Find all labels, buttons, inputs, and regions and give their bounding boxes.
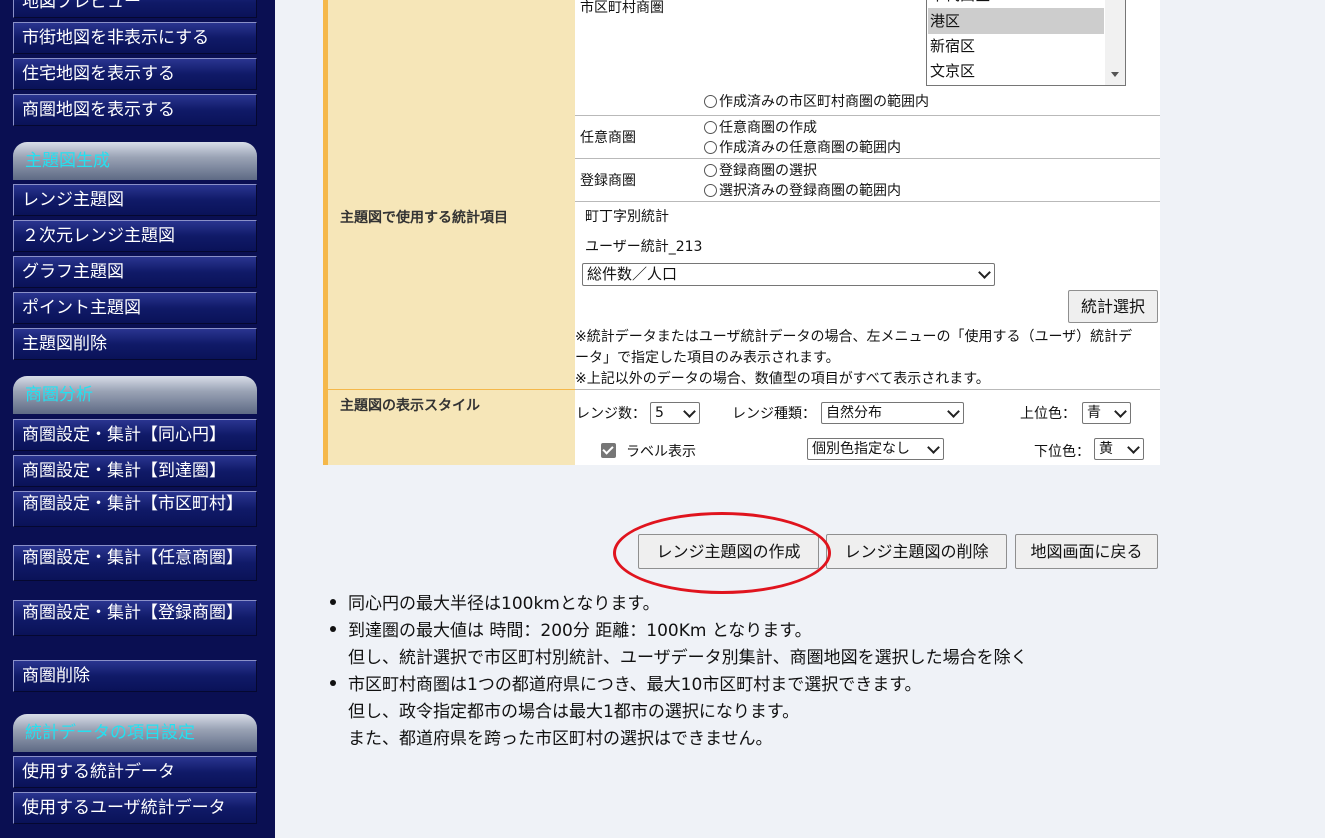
sidebar-item-graph-map[interactable]: グラフ主題図 — [13, 256, 257, 288]
sidebar-item-show-area-map[interactable]: 商圏地図を表示する — [13, 94, 257, 126]
radio-icon[interactable] — [704, 184, 717, 197]
municipality-listbox[interactable]: 千代田区 港区 新宿区 文京区 — [926, 0, 1126, 86]
sidebar-item-range-map[interactable]: レンジ主題図 — [13, 184, 257, 216]
note-cross-prefecture: また、都道府県を跨った市区町村の選択はできません。 — [348, 729, 773, 749]
sidebar-section-stats-settings: 統計データの項目設定 — [13, 714, 257, 752]
color-option-select[interactable]: 個別色指定なし — [807, 438, 944, 460]
radio-label: 登録商圏の選択 — [719, 163, 817, 179]
lower-color-select[interactable]: 黄 — [1094, 438, 1144, 460]
sidebar-item-delete-theme-map[interactable]: 主題図削除 — [13, 328, 257, 360]
stats-source-2: ユーザー統計_213 — [585, 239, 703, 255]
chevron-down-icon — [683, 405, 696, 418]
chevron-down-icon — [927, 441, 940, 454]
radio-icon[interactable] — [704, 164, 717, 177]
list-item[interactable]: 港区 — [928, 8, 1104, 34]
stats-note-1a: ※統計データまたはユーザ統計データの場合、左メニューの「使用する（ユーザ）統計デ — [575, 329, 1133, 345]
divider — [575, 158, 1160, 159]
divider — [575, 389, 1160, 390]
sidebar-item-point-map[interactable]: ポイント主題図 — [13, 292, 257, 324]
note-reach-exception: 但し、統計選択で市区町村別統計、ユーザデータ別集計、商圏地図を選択した場合を除く — [348, 648, 1028, 668]
chevron-down-icon — [1114, 405, 1127, 418]
select-value: 黄 — [1099, 441, 1113, 457]
radio-registered-in-selected[interactable]: 選択済みの登録商圏の範囲内 — [704, 180, 901, 200]
sidebar-item-area-concentric[interactable]: 商圏設定・集計【同心円】 — [13, 419, 257, 451]
delete-range-map-button[interactable]: レンジ主題図の削除 — [826, 534, 1007, 569]
radio-custom-create[interactable]: 任意商圏の作成 — [704, 117, 817, 137]
sidebar-item-hide-city-map[interactable]: 市街地図を非表示にする — [13, 22, 257, 54]
chevron-down-icon — [978, 266, 991, 279]
sidebar-item-map-preview[interactable]: 地図プレビュー — [13, 0, 257, 18]
custom-area-label: 任意商圏 — [580, 130, 636, 146]
sidebar-item-use-stats[interactable]: 使用する統計データ — [13, 756, 257, 788]
list-item[interactable]: 文京区 — [928, 58, 1104, 84]
select-value: 5 — [655, 405, 664, 421]
registered-area-label: 登録商圏 — [580, 173, 636, 189]
checkmark-icon — [602, 443, 614, 455]
radio-registered-select[interactable]: 登録商圏の選択 — [704, 160, 817, 180]
stats-note-1b: ータ」で指定した項目のみ表示されます。 — [575, 350, 840, 366]
note-designated-city: 但し、政令指定都市の場合は最大1都市の選択になります。 — [348, 702, 800, 722]
label-stats-items: 主題図で使用する統計項目 — [323, 201, 575, 389]
sidebar-item-area-custom[interactable]: 商圏設定・集計【任意商圏】 — [13, 545, 257, 581]
label-area-block — [323, 0, 575, 201]
lower-color-label: 下位色： — [1034, 444, 1090, 460]
note-concentric: 同心円の最大半径は100kmとなります。 — [348, 594, 660, 614]
select-value: 自然分布 — [826, 405, 882, 421]
radio-label: 作成済みの市区町村商圏の範囲内 — [719, 94, 929, 110]
sidebar-item-area-municipal[interactable]: 商圏設定・集計【市区町村】 — [13, 491, 257, 527]
range-type-select[interactable]: 自然分布 — [821, 402, 964, 424]
range-count-select[interactable]: 5 — [650, 402, 700, 424]
stats-note-2: ※上記以外のデータの場合、数値型の項目がすべて表示されます。 — [575, 371, 990, 387]
sidebar-section-theme-map: 主題図生成 — [13, 142, 257, 180]
radio-icon[interactable] — [704, 121, 717, 134]
radio-label: 作成済みの任意商圏の範囲内 — [719, 140, 901, 156]
stats-item-select[interactable]: 総件数／人口 — [582, 263, 995, 286]
sidebar: 地図プレビュー 市街地図を非表示にする 住宅地図を表示する 商圏地図を表示する … — [0, 0, 275, 838]
label-display-style: 主題図の表示スタイル — [323, 389, 575, 465]
upper-color-label: 上位色： — [1020, 406, 1076, 422]
radio-icon[interactable] — [704, 95, 717, 108]
sidebar-item-delete-area[interactable]: 商圏削除 — [13, 660, 257, 692]
divider — [575, 115, 1160, 116]
sidebar-item-2d-range-map[interactable]: ２次元レンジ主題図 — [13, 220, 257, 252]
note-municipal-limit: 市区町村商圏は1つの都道府県につき、最大10市区町村まで選択できます。 — [348, 675, 922, 695]
range-type-label: レンジ種類： — [732, 406, 816, 422]
sidebar-item-area-registered[interactable]: 商圏設定・集計【登録商圏】 — [13, 600, 257, 636]
radio-icon[interactable] — [704, 141, 717, 154]
sidebar-item-show-housing-map[interactable]: 住宅地図を表示する — [13, 58, 257, 90]
radio-label: 選択済みの登録商圏の範囲内 — [719, 183, 901, 199]
sidebar-section-area-analysis: 商圏分析 — [13, 376, 257, 414]
sidebar-item-area-reach[interactable]: 商圏設定・集計【到達圏】 — [13, 455, 257, 487]
radio-municipal-in-created[interactable]: 作成済みの市区町村商圏の範囲内 — [704, 91, 929, 111]
show-label-checkbox[interactable] — [601, 443, 616, 458]
select-value: 青 — [1087, 405, 1101, 421]
bullet — [330, 626, 336, 632]
divider — [575, 201, 1160, 202]
chevron-down-icon — [947, 405, 960, 418]
show-label-text: ラベル表示 — [626, 444, 696, 460]
select-value: 個別色指定なし — [812, 441, 910, 457]
chevron-down-icon — [1127, 441, 1140, 454]
sidebar-item-use-user-stats[interactable]: 使用するユーザ統計データ — [13, 792, 257, 824]
back-to-map-button[interactable]: 地図画面に戻る — [1015, 534, 1158, 569]
scroll-down-icon[interactable] — [1111, 72, 1119, 77]
note-reach: 到達圏の最大値は 時間：200分 距離：100Km となります。 — [348, 621, 812, 641]
bullet — [330, 599, 336, 605]
bullet — [330, 680, 336, 686]
list-item[interactable]: 千代田区 — [928, 0, 1104, 8]
upper-color-select[interactable]: 青 — [1082, 402, 1131, 424]
main-content: 主題図で使用する統計項目 主題図の表示スタイル 市区町村商圏 千代田区 港区 新… — [275, 0, 1325, 838]
stats-source-1: 町丁字別統計 — [585, 209, 669, 225]
radio-custom-in-created[interactable]: 作成済みの任意商圏の範囲内 — [704, 137, 901, 157]
highlight-ring — [613, 512, 831, 594]
range-count-label: レンジ数： — [576, 406, 646, 422]
select-value: 総件数／人口 — [587, 265, 678, 283]
municipal-area-label: 市区町村商圏 — [580, 0, 664, 16]
listbox-scrollbar[interactable] — [1105, 0, 1125, 85]
stats-select-button[interactable]: 統計選択 — [1068, 290, 1158, 323]
radio-label: 任意商圏の作成 — [719, 120, 817, 136]
list-item[interactable]: 新宿区 — [928, 33, 1104, 59]
